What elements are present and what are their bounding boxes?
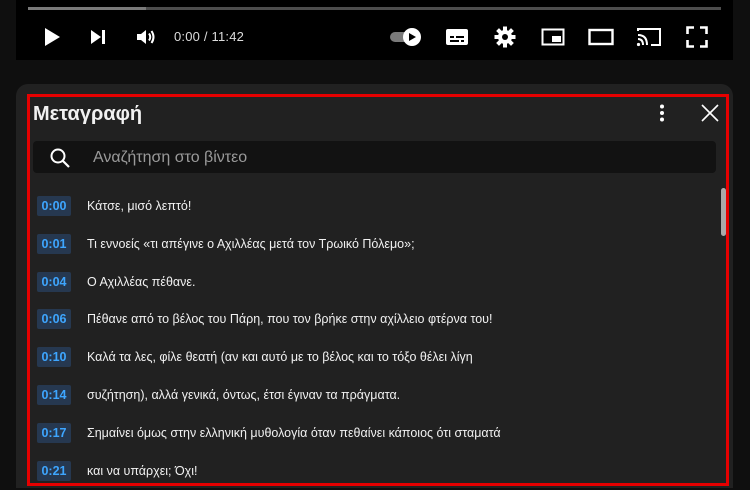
transcript-segment[interactable]: 0:17 Σημαίνει όμως στην ελληνική μυθολογί…	[37, 422, 501, 444]
segment-text: Κάτσε, μισό λεπτό!	[87, 199, 192, 213]
segment-timestamp[interactable]: 0:00	[37, 196, 71, 216]
transcript-segment[interactable]: 0:01 Τι εννοείς «τι απέγινε ο Αχιλλέας με…	[37, 233, 415, 255]
skip-next-icon	[91, 30, 105, 44]
more-options-button[interactable]	[650, 100, 674, 126]
miniplayer-icon	[541, 28, 565, 46]
segment-timestamp[interactable]: 0:04	[37, 271, 71, 292]
miniplayer-button[interactable]	[536, 18, 570, 56]
search-icon	[50, 148, 70, 168]
panel-title: Μεταγραφή	[33, 103, 143, 125]
more-vert-icon	[660, 104, 664, 122]
segment-text: Ο Αχιλλέας πέθανε.	[87, 274, 196, 289]
settings-button[interactable]	[488, 18, 522, 56]
transcript-segment[interactable]: 0:21 και να υπάρχει; Όχι!	[37, 460, 198, 482]
play-icon	[45, 28, 60, 46]
segment-text: Πέθανε από το βέλος του Πάρη, που τον βρ…	[87, 312, 493, 327]
segment-text: και να υπάρχει; Όχι!	[87, 463, 198, 478]
theater-mode-button[interactable]	[584, 18, 618, 56]
segment-text: Καλά τα λες, φίλε θεατή (αν και αυτό με …	[87, 350, 473, 365]
segment-timestamp[interactable]: 0:06	[37, 309, 71, 330]
autoplay-toggle[interactable]	[386, 18, 426, 56]
transcript-segment[interactable]: 0:10 Καλά τα λες, φίλε θεατή (αν και αυτό…	[37, 346, 473, 368]
close-button[interactable]	[697, 100, 723, 126]
subtitles-button[interactable]	[440, 18, 474, 56]
search-input[interactable]	[91, 141, 695, 175]
segment-timestamp[interactable]: 0:21	[37, 460, 71, 481]
subtitles-icon	[446, 29, 468, 45]
transcript-segment[interactable]: 0:00 Κάτσε, μισό λεπτό!	[37, 195, 191, 217]
gear-icon	[494, 26, 516, 48]
segment-text: Τι εννοείς «τι απέγινε ο Αχιλλέας μετά τ…	[87, 236, 415, 251]
transcript-segment[interactable]: 0:06 Πέθανε από το βέλος του Πάρη, που το…	[37, 308, 492, 330]
close-icon	[701, 104, 719, 122]
scrollbar[interactable]	[721, 188, 726, 236]
segment-timestamp[interactable]: 0:10	[37, 347, 71, 368]
segment-timestamp[interactable]: 0:17	[37, 422, 71, 443]
time-display: 0:00 / 11:42	[174, 29, 245, 44]
segment-timestamp[interactable]: 0:01	[37, 233, 71, 254]
transcript-segment[interactable]: 0:04 Ο Αχιλλέας πέθανε.	[37, 271, 195, 293]
autoplay-toggle-icon	[390, 28, 421, 46]
segment-text: Σημαίνει όμως στην ελληνική μυθολογία ότ…	[87, 425, 501, 440]
segment-timestamp[interactable]: 0:14	[37, 385, 71, 405]
next-button[interactable]	[82, 18, 114, 56]
transcript-segment[interactable]: 0:14 συζήτηση), αλλά γενικά, όντως, έτσι …	[37, 384, 400, 406]
fullscreen-button[interactable]	[680, 18, 714, 56]
video-player-controls: 0:00 / 11:42	[16, 0, 733, 60]
segment-text: συζήτηση), αλλά γενικά, όντως, έτσι έγιν…	[87, 388, 401, 402]
progress-buffer	[28, 7, 146, 10]
cast-button[interactable]	[632, 18, 666, 56]
volume-button[interactable]	[130, 18, 162, 56]
play-button[interactable]	[36, 18, 68, 56]
progress-bar[interactable]	[28, 7, 721, 10]
fullscreen-icon	[686, 26, 708, 48]
theater-mode-icon	[588, 28, 614, 46]
cast-icon	[636, 28, 661, 47]
volume-icon	[137, 30, 155, 44]
search-bar	[33, 141, 716, 175]
control-bar: 0:00 / 11:42	[16, 18, 733, 56]
